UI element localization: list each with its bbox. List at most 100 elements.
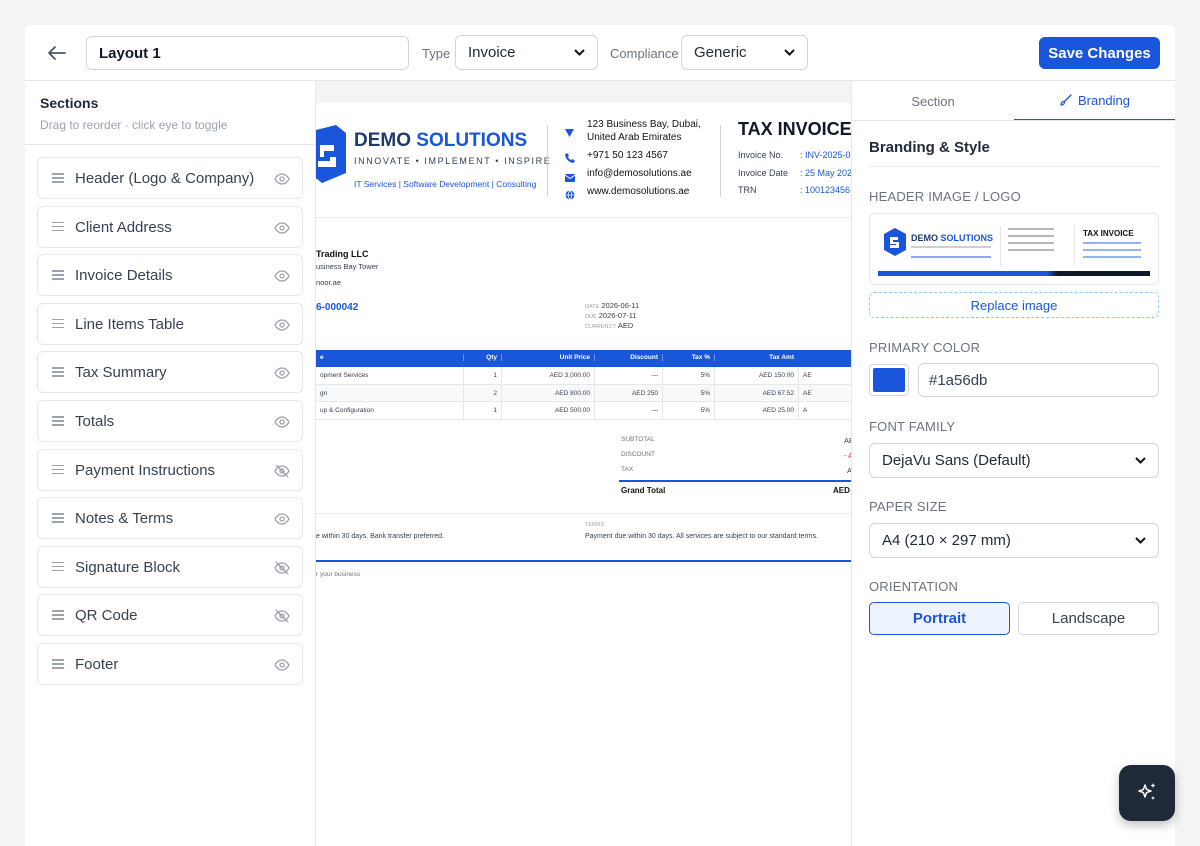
compliance-select-value: Generic [694, 44, 747, 61]
section-item[interactable]: Footer [37, 643, 303, 685]
drag-handle-icon[interactable] [52, 367, 64, 377]
document-title: TAX INVOICE [738, 119, 852, 139]
drag-handle-icon[interactable] [52, 270, 64, 280]
drag-handle-icon[interactable] [52, 318, 64, 329]
thumb-logo-icon [884, 228, 906, 261]
drag-handle-icon[interactable] [52, 513, 64, 523]
drag-handle-icon[interactable] [52, 610, 64, 620]
table-header-cell: Unit Price [501, 354, 594, 361]
table-row: up & Configuration 1 AED 500.00—5% AED 25.0… [316, 402, 852, 420]
invoice-number: 6-000042 [316, 302, 359, 313]
font-family-select[interactable]: DejaVu Sans (Default) [869, 443, 1159, 478]
branding-panel: Section Branding Branding & Style HEADER… [851, 81, 1175, 846]
section-item[interactable]: Payment Instructions [37, 448, 303, 491]
table-cell: 5% [662, 402, 714, 419]
grand-total-value: AED [833, 486, 850, 495]
eye-icon[interactable] [274, 365, 290, 381]
sections-title: Sections [40, 95, 99, 111]
company-name-solutions: SOLUTIONS [416, 130, 528, 151]
primary-color-label: PRIMARY COLOR [869, 340, 981, 355]
table-cell: gn [320, 389, 328, 397]
eye-off-icon[interactable] [274, 463, 290, 479]
table-cell: 1 [463, 367, 501, 384]
tabs-divider [852, 120, 1175, 121]
ai-assistant-button[interactable] [1119, 765, 1175, 821]
table-cell: up & Configuration [320, 407, 374, 414]
trn-value: : 100123456 [800, 185, 851, 195]
table-cell: AED 67.52 [714, 384, 798, 402]
section-item[interactable]: Totals [37, 400, 303, 442]
eye-icon[interactable] [274, 317, 290, 333]
replace-image-button[interactable]: Replace image [869, 292, 1159, 318]
font-family-label: FONT FAMILY [869, 419, 956, 434]
compliance-select[interactable]: Generic [681, 35, 808, 70]
back-arrow-icon[interactable] [43, 39, 71, 67]
subtotal-label: SUBTOTAL [621, 436, 655, 443]
eye-icon[interactable] [274, 171, 290, 187]
table-cell: AE [798, 384, 852, 402]
preview-canvas[interactable]: DEMO SOLUTIONS INNOVATE • IMPLEMENT • IN… [316, 81, 852, 846]
section-item[interactable]: QR Code [37, 594, 303, 637]
section-item[interactable]: Tax Summary [37, 351, 303, 394]
tab-section[interactable]: Section [852, 81, 1014, 121]
section-item[interactable]: Signature Block [37, 545, 303, 588]
drag-handle-icon[interactable] [52, 464, 64, 475]
table-cell: opment Services [320, 372, 369, 379]
header-image-label: HEADER IMAGE / LOGO [869, 189, 1021, 204]
eye-icon[interactable] [274, 268, 290, 284]
drag-handle-icon[interactable] [52, 659, 64, 669]
terms-label: TERMS [585, 522, 605, 528]
layout-name-input[interactable] [86, 36, 409, 70]
table-cell: AED 25.00 [714, 402, 798, 419]
tab-branding[interactable]: Branding [1014, 81, 1175, 121]
address-line1: 123 Business Bay, Dubai, [587, 119, 701, 130]
table-cell: AED 150.00 [714, 367, 798, 384]
paper-size-select[interactable]: A4 (210 × 297 mm) [869, 523, 1159, 558]
drag-handle-icon[interactable] [52, 221, 64, 232]
drag-handle-icon[interactable] [52, 173, 64, 183]
section-item[interactable]: Notes & Terms [37, 497, 303, 540]
tab-section-label: Section [911, 93, 955, 109]
type-select[interactable]: Invoice [455, 35, 598, 70]
total-divider [619, 480, 852, 482]
divider [869, 166, 1159, 167]
currency-label: CURRENCY [585, 324, 617, 330]
company-logo-icon [316, 125, 346, 188]
tab-branding-label: Branding [1077, 92, 1131, 108]
section-item[interactable]: Invoice Details [37, 254, 303, 297]
eye-icon[interactable] [274, 220, 290, 236]
client-address: usiness Bay Tower [316, 262, 379, 271]
primary-color-input[interactable]: #1a56db [918, 363, 1159, 397]
section-item[interactable]: Header (Logo & Company) [37, 157, 303, 199]
eye-icon[interactable] [274, 414, 290, 430]
save-changes-button[interactable]: Save Changes [1039, 37, 1160, 69]
primary-color-swatch[interactable] [869, 364, 909, 396]
drag-handle-icon[interactable] [52, 561, 64, 572]
company-services: IT Services | Software Development | Con… [354, 179, 537, 189]
table-header-cell: Qty [463, 354, 501, 361]
table-cell: A [798, 402, 852, 419]
due-label: DUE [585, 314, 597, 320]
thumb-contact-lines [1008, 228, 1054, 262]
section-item-label: Tax Summary [75, 364, 167, 382]
table-cell: 2 [463, 384, 501, 402]
paper-size-label: PAPER SIZE [869, 499, 947, 514]
section-item-label: QR Code [75, 607, 138, 625]
eye-off-icon[interactable] [274, 560, 290, 576]
eye-icon[interactable] [274, 657, 290, 673]
eye-icon[interactable] [274, 511, 290, 527]
section-item-label: Payment Instructions [75, 461, 216, 479]
drag-handle-icon[interactable] [52, 416, 64, 426]
section-item-label: Client Address [75, 218, 172, 236]
header-divider [547, 125, 548, 197]
company-website: www.demosolutions.ae [587, 186, 690, 197]
section-item[interactable]: Line Items Table [37, 302, 303, 345]
section-item[interactable]: Client Address [37, 205, 303, 248]
eye-off-icon[interactable] [274, 608, 290, 624]
landscape-button[interactable]: Landscape [1018, 602, 1159, 635]
section-item-label: Signature Block [75, 558, 181, 576]
sparkles-icon [1138, 783, 1156, 800]
divider [1074, 226, 1075, 266]
location-icon [565, 125, 574, 137]
portrait-button[interactable]: Portrait [869, 602, 1010, 635]
